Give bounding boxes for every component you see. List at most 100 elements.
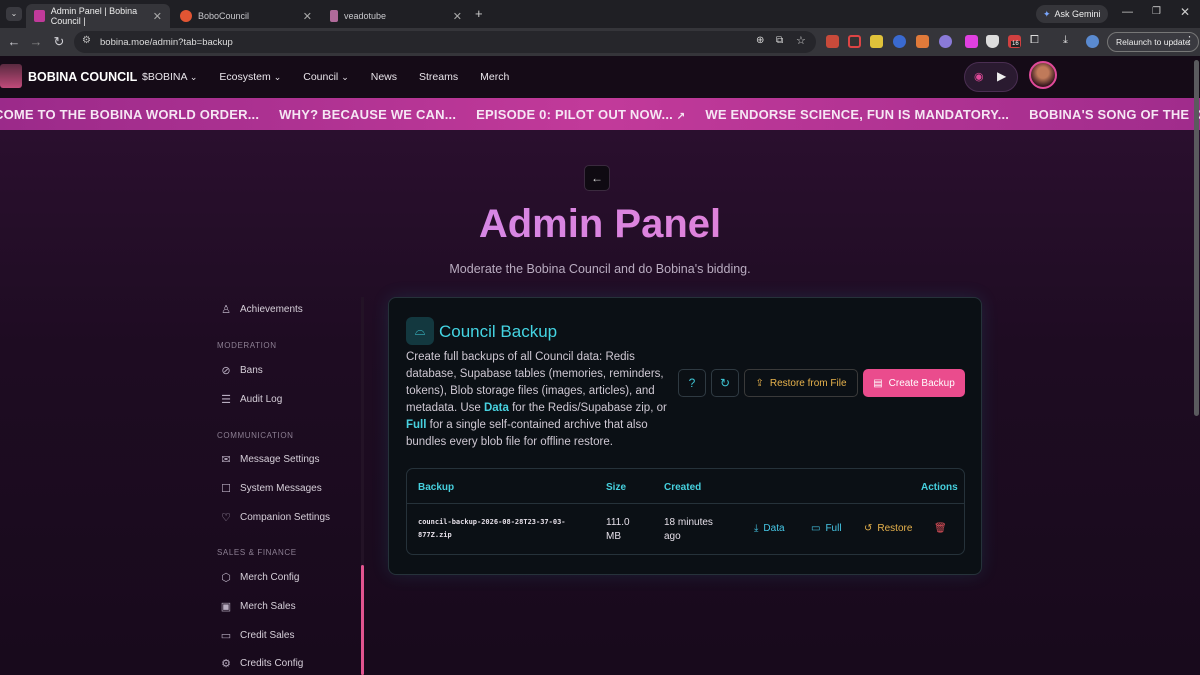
extensions-puzzle-icon[interactable]: ⧠ [1030,34,1039,47]
action-label: Full [825,523,842,534]
tab-list-icon[interactable]: ⌄ [6,7,22,21]
backup-size-line2: MB [606,531,621,542]
back-button[interactable]: ← [584,165,610,191]
ticker-item[interactable]: BOBINA'S SONG OF THE DAY IS DIFFERENT [1029,107,1200,122]
close-tab-icon[interactable]: ✕ [453,10,462,23]
extension-badge: 16 [1011,41,1020,47]
nav-label: Council [303,71,339,83]
desc-data-keyword: Data [483,402,509,414]
folder-icon: ▭ [811,523,821,534]
restore-backup-button[interactable]: ↺ Restore [864,523,912,534]
ticker-item[interactable]: EPISODE 0: PILOT OUT NOW... ↗ [476,107,685,122]
chat-icon: ☐ [221,483,231,495]
ask-gemini-button[interactable]: ✦ Ask Gemini [1036,5,1108,23]
sidebar-item-bans[interactable]: ⊘ Bans [220,364,263,377]
sidebar-item-companion-settings[interactable]: ♡ Companion Settings [220,511,330,524]
sidebar-item-credits-config[interactable]: ⚙ Credits Config [220,657,303,670]
chevron-down-icon: ⌄ [189,72,198,82]
menu-dots-icon[interactable]: ⋮ [1184,34,1195,47]
sidebar-section-sales-finance: SALES & FINANCE [217,548,297,557]
sidebar-item-message-settings[interactable]: ✉ Message Settings [220,453,319,466]
new-tab-button[interactable]: + [475,6,483,21]
extension-icon-6[interactable] [939,35,952,48]
nav-bobina[interactable]: $BOBINA ⌄ [142,71,197,83]
ticker-item[interactable]: WHY? BECAUSE WE CAN... [279,107,456,122]
page-scrollbar-thumb[interactable] [1194,60,1199,416]
radio-player[interactable]: ◉ ▶ [964,62,1018,92]
address-bar[interactable]: ⚙ bobina.moe/admin?tab=backup ⊕ ⧉ ☆ [74,31,816,53]
council-backup-card: ⌓ Council Backup Create full backups of … [388,297,982,575]
forward-arrow-icon[interactable]: → [25,34,47,49]
sidebar-item-label: Merch Sales [240,601,296,612]
help-icon: ? [688,376,696,390]
rotate-ccw-icon: ↺ [864,523,873,534]
refresh-button[interactable]: ↻ [711,369,739,397]
sidebar-item-merch-sales[interactable]: ▣ Merch Sales [220,600,296,613]
sidebar-item-label: Companion Settings [240,512,331,523]
minimize-window-icon[interactable]: — [1122,6,1133,18]
nav-council[interactable]: Council ⌄ [303,71,349,83]
close-tab-icon[interactable]: ✕ [303,10,312,23]
sidebar-item-label: Bans [240,365,263,376]
backup-filename-line2: 877Z.zip [418,531,452,539]
column-header-size: Size [606,482,627,493]
extension-icon-4[interactable] [893,35,906,48]
browser-toolbar: ← → ↻ ⚙ bobina.moe/admin?tab=backup ⊕ ⧉ … [0,28,1200,56]
reload-icon[interactable]: ↻ [48,34,70,50]
extension-icon-2[interactable] [848,35,861,48]
browser-tab-admin[interactable]: Admin Panel | Bobina Council | ✕ [26,4,170,28]
nav-news[interactable]: News [371,71,397,83]
backup-filename-line1: council-backup-2026-08-28T23-37-03- [418,518,566,526]
restore-from-file-button[interactable]: ⇪ Restore from File [744,369,858,397]
tab-title: BoboCouncil [198,11,250,21]
close-window-icon[interactable]: ✕ [1180,5,1190,19]
column-header-actions: Actions [921,482,958,493]
ticker-item[interactable]: WE ENDORSE SCIENCE, FUN IS MANDATORY... [705,107,1009,122]
create-backup-button[interactable]: ▤ Create Backup [863,369,965,397]
extension-icon-3[interactable] [870,35,883,48]
archive-icon: ▤ [873,377,883,389]
restore-window-icon[interactable]: ❐ [1152,6,1161,17]
sidebar-item-achievements[interactable]: ♙ Achievements [220,303,303,316]
extension-icon-5[interactable] [916,35,929,48]
extension-icon-7[interactable] [965,35,978,48]
nav-streams[interactable]: Streams [419,71,458,83]
sidebar-scrollbar-thumb[interactable] [361,565,364,675]
nav-merch[interactable]: Merch [480,71,509,83]
sidebar-item-credit-sales[interactable]: ▭ Credit Sales [220,629,295,642]
sidebar-section-communication: COMMUNICATION [217,431,294,440]
delete-backup-button[interactable]: 🗑 [934,523,947,534]
brand-title[interactable]: BOBINA COUNCIL [28,70,137,84]
action-label: Restore [877,523,913,534]
cast-icon[interactable]: ⧉ [776,35,783,46]
back-arrow-icon[interactable]: ← [3,34,25,49]
sidebar-item-system-messages[interactable]: ☐ System Messages [220,482,322,495]
page-subtitle: Moderate the Bobina Council and do Bobin… [449,262,751,276]
play-icon[interactable]: ▶ [997,69,1006,83]
button-label: Create Backup [888,377,955,389]
site-info-icon[interactable]: ⚙ [82,35,91,46]
url-text[interactable]: bobina.moe/admin?tab=backup [100,37,233,48]
browser-tab-bobocouncil[interactable]: BoboCouncil ✕ [172,4,320,28]
extension-icon-1[interactable] [826,35,839,48]
download-icon[interactable]: ⤓ [1063,34,1068,47]
bookmark-star-icon[interactable]: ☆ [796,34,806,47]
download-data-button[interactable]: ⤓ Data [754,523,785,534]
browser-tab-veadotube[interactable]: veadotube ✕ [322,4,470,28]
extension-icon-9[interactable]: 16 [1008,35,1021,48]
desc-full-keyword: Full [406,419,427,431]
shield-icon[interactable] [986,35,999,48]
profile-icon[interactable] [1086,35,1099,48]
bobina-logo[interactable] [0,64,22,88]
sidebar-item-audit-log[interactable]: ☰ Audit Log [220,393,282,406]
ticker-item[interactable]: COME TO THE BOBINA WORLD ORDER... [0,107,259,122]
nav-ecosystem[interactable]: Ecosystem ⌄ [219,71,281,83]
mail-icon: ✉ [221,454,231,466]
user-avatar[interactable] [1029,61,1057,89]
sidebar-item-merch-config[interactable]: ⬡ Merch Config [220,571,299,584]
column-header-backup: Backup [418,482,455,493]
zoom-icon[interactable]: ⊕ [756,35,764,46]
download-full-button[interactable]: ▭ Full [811,523,842,534]
help-button[interactable]: ? [678,369,706,397]
close-tab-icon[interactable]: ✕ [153,10,162,23]
